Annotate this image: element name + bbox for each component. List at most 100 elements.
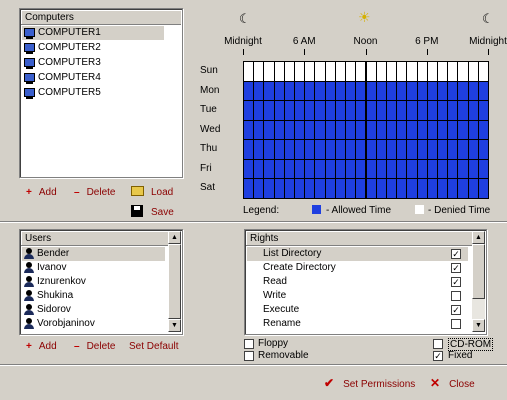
scroll-thumb[interactable] <box>472 244 485 299</box>
user-list-item[interactable]: Iznurenkov <box>22 275 165 289</box>
minus-icon: – <box>74 341 80 352</box>
computer-list-item[interactable]: COMPUTER5 <box>22 86 164 100</box>
user-icon <box>24 304 34 315</box>
right-checkbox[interactable]: ✓ <box>451 263 461 273</box>
denied-legend-text: - Denied Time <box>428 205 491 216</box>
day-label: Mon <box>200 84 220 96</box>
user-list-item[interactable]: Ivanov <box>22 261 165 275</box>
time-axis-label: Noon <box>353 36 378 47</box>
schedule-cell[interactable] <box>477 119 489 141</box>
day-label: Thu <box>200 143 218 154</box>
folder-open-icon <box>131 186 144 196</box>
floppy-checkbox[interactable] <box>244 339 254 349</box>
right-list-item[interactable]: Read ✓ <box>247 275 468 289</box>
computer-list-item[interactable]: COMPUTER1 <box>22 26 164 40</box>
computer-icon <box>24 73 35 84</box>
users-header: Users <box>21 231 168 246</box>
user-icon <box>24 318 34 329</box>
right-checkbox[interactable]: ✓ <box>451 249 461 259</box>
day-label: Tue <box>200 104 217 115</box>
computer-list-item[interactable]: COMPUTER4 <box>22 71 164 85</box>
moon-icon: ☾ <box>239 11 251 26</box>
right-checkbox[interactable]: ✓ <box>451 305 461 315</box>
time-tick <box>427 49 428 55</box>
users-list[interactable]: Users Bender Ivanov Iznurenkov Shukina Sidor… <box>19 229 183 335</box>
floppy-label: Floppy <box>258 338 289 349</box>
save-button[interactable]: Save <box>131 205 174 218</box>
time-tick <box>366 49 367 55</box>
schedule-cell[interactable] <box>477 100 489 121</box>
time-tick <box>243 49 244 55</box>
right-list-item[interactable]: Write <box>247 289 468 303</box>
moon-icon: ☾ <box>482 11 494 26</box>
load-button[interactable]: Load <box>131 186 173 198</box>
set-permissions-button[interactable]: ✔ Set Permissions <box>324 376 415 390</box>
right-checkbox[interactable] <box>451 291 461 301</box>
schedule-cell[interactable] <box>477 80 489 102</box>
schedule-cell[interactable] <box>477 158 489 180</box>
time-axis-label: Midnight <box>224 36 262 47</box>
plus-icon: + <box>26 187 32 198</box>
right-list-item[interactable]: List Directory ✓ <box>247 247 468 261</box>
close-button[interactable]: ✕ Close <box>430 376 475 390</box>
time-tick <box>304 49 305 55</box>
time-axis-label: 6 PM <box>415 36 439 47</box>
time-axis-label: Midnight <box>469 36 507 47</box>
schedule-grid[interactable] <box>243 61 489 199</box>
right-list-item[interactable]: Execute ✓ <box>247 303 468 317</box>
removable-checkbox[interactable] <box>244 351 254 361</box>
computer-icon <box>24 58 35 69</box>
fixed-checkbox[interactable]: ✓ <box>433 351 443 361</box>
denied-swatch <box>415 205 424 214</box>
schedule-cell[interactable] <box>477 178 489 199</box>
user-icon <box>24 262 34 273</box>
schedule-cell[interactable] <box>477 61 489 82</box>
right-checkbox[interactable]: ✓ <box>451 277 461 287</box>
scroll-thumb[interactable] <box>168 244 181 319</box>
add-user-button[interactable]: + Add <box>26 341 57 352</box>
minus-icon: – <box>74 187 80 198</box>
right-list-item[interactable]: Create Directory ✓ <box>247 261 468 275</box>
scroll-up-arrow-icon[interactable]: ▲ <box>168 231 181 244</box>
right-checkbox[interactable] <box>451 319 461 329</box>
schedule-cell[interactable] <box>477 139 489 160</box>
computers-header: Computers <box>21 10 181 25</box>
computer-list-item[interactable]: COMPUTER2 <box>22 41 164 55</box>
user-icon <box>24 276 34 287</box>
delete-user-button[interactable]: – Delete <box>74 341 115 352</box>
users-scrollbar[interactable]: ▲ ▼ <box>168 231 181 332</box>
floppy-disk-icon <box>131 205 143 217</box>
rights-header: Rights <box>246 231 472 246</box>
cdrom-checkbox[interactable] <box>433 339 443 349</box>
day-label: Fri <box>200 162 212 174</box>
user-list-item[interactable]: Vorobjaninov <box>22 317 165 331</box>
plus-icon: + <box>26 341 32 352</box>
computer-icon <box>24 28 35 39</box>
delete-computer-button[interactable]: – Delete <box>74 187 115 198</box>
right-list-item[interactable]: Rename <box>247 317 468 331</box>
scroll-down-arrow-icon[interactable]: ▼ <box>168 319 181 332</box>
computers-list[interactable]: Computers COMPUTER1 COMPUTER2 COMPUTER3 COM… <box>19 8 183 178</box>
user-list-item[interactable]: Sidorov <box>22 303 165 317</box>
allowed-legend-text: - Allowed Time <box>326 205 392 216</box>
user-icon <box>24 290 34 301</box>
day-label: Wed <box>200 123 221 135</box>
set-default-button[interactable]: Set Default <box>129 341 178 352</box>
sun-icon: ☀ <box>358 9 371 25</box>
fixed-label: Fixed <box>448 350 473 361</box>
day-label: Sun <box>200 65 218 76</box>
scroll-up-arrow-icon[interactable]: ▲ <box>472 231 485 244</box>
computer-list-item[interactable]: COMPUTER3 <box>22 56 164 70</box>
user-list-item[interactable]: Shukina <box>22 289 165 303</box>
allowed-swatch <box>312 205 321 214</box>
user-list-item[interactable]: Bender <box>22 247 165 261</box>
rights-scrollbar[interactable]: ▲ ▼ <box>472 231 485 332</box>
add-computer-button[interactable]: + Add <box>26 187 57 198</box>
computer-icon <box>24 88 35 99</box>
time-axis-label: 6 AM <box>292 36 316 47</box>
rights-list[interactable]: Rights List Directory ✓ Create Directory ✓ R… <box>244 229 487 335</box>
legend-label: Legend: <box>243 205 280 216</box>
scroll-down-arrow-icon[interactable]: ▼ <box>472 319 485 332</box>
user-icon <box>24 248 34 259</box>
day-label: Sat <box>200 182 216 193</box>
